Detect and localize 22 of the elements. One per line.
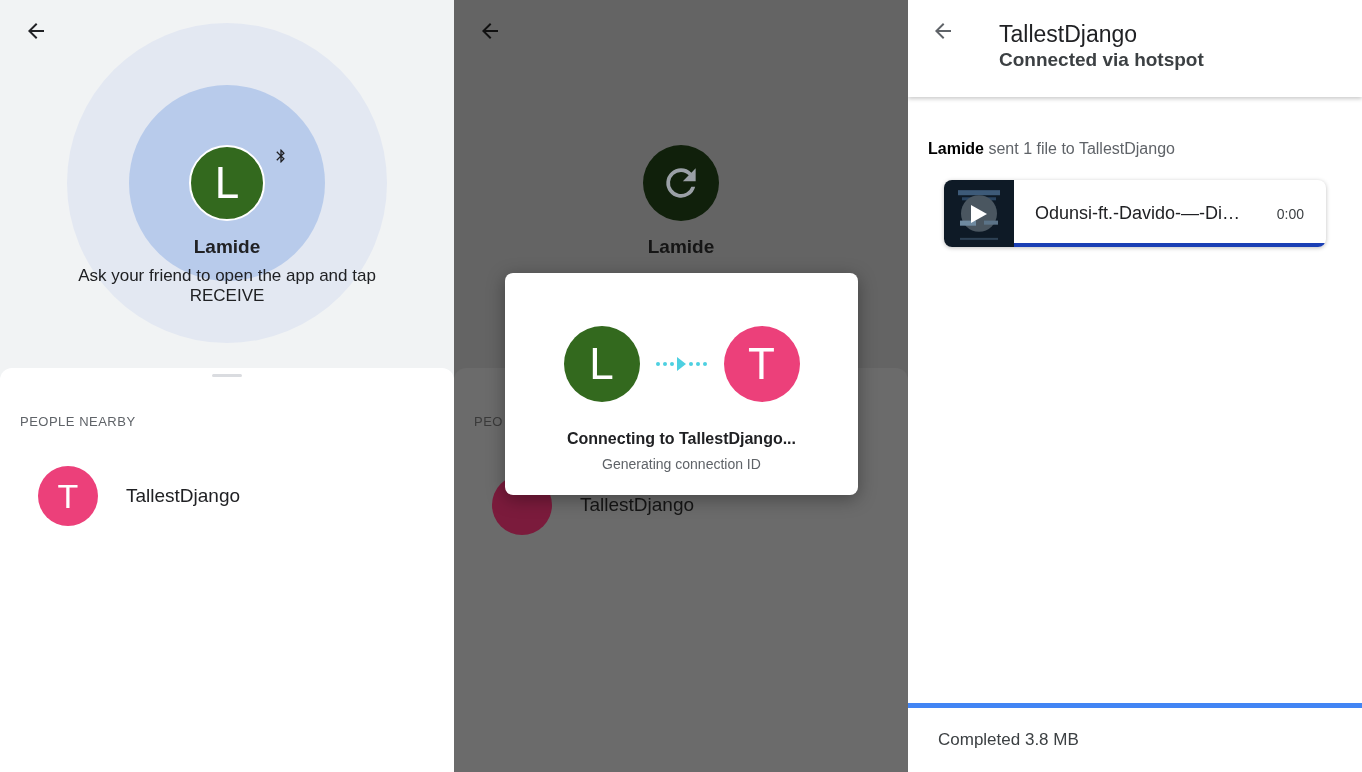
person-name: TallestDjango bbox=[580, 494, 695, 516]
drag-handle[interactable] bbox=[212, 374, 242, 377]
instruction-text: Ask your friend to open the app and tap RECEIVE bbox=[77, 266, 377, 306]
recipient-avatar: T bbox=[723, 326, 800, 402]
file-name: Odunsi-ft.-Davido-—-Di… bbox=[1035, 203, 1242, 224]
play-icon[interactable] bbox=[971, 204, 987, 223]
user-name: Lamide bbox=[193, 235, 261, 259]
sender-avatar: L bbox=[563, 326, 640, 402]
person-item[interactable]: T TallestDjango bbox=[38, 466, 241, 526]
person-avatar: T bbox=[38, 466, 98, 526]
file-card[interactable]: Odunsi-ft.-Davido-—-Di… 0:00 bbox=[944, 180, 1326, 247]
transfer-summary: Lamide sent 1 file to TallestDjango bbox=[928, 140, 1176, 158]
device-name: TallestDjango bbox=[999, 20, 1139, 48]
dialog-title: Connecting to TallestDjango... bbox=[566, 430, 796, 448]
dialog-subtitle: Generating connection ID bbox=[602, 456, 761, 472]
completed-status: Completed 3.8 MB bbox=[937, 729, 1080, 751]
transfer-arrow-icon bbox=[655, 357, 708, 371]
user-name: Lamide bbox=[647, 235, 715, 259]
person-name: TallestDjango bbox=[126, 485, 241, 507]
section-label: PEOPLE NEARBY bbox=[20, 414, 136, 429]
connection-status: Connected via hotspot bbox=[999, 48, 1204, 72]
file-duration: 0:00 bbox=[1276, 205, 1304, 222]
